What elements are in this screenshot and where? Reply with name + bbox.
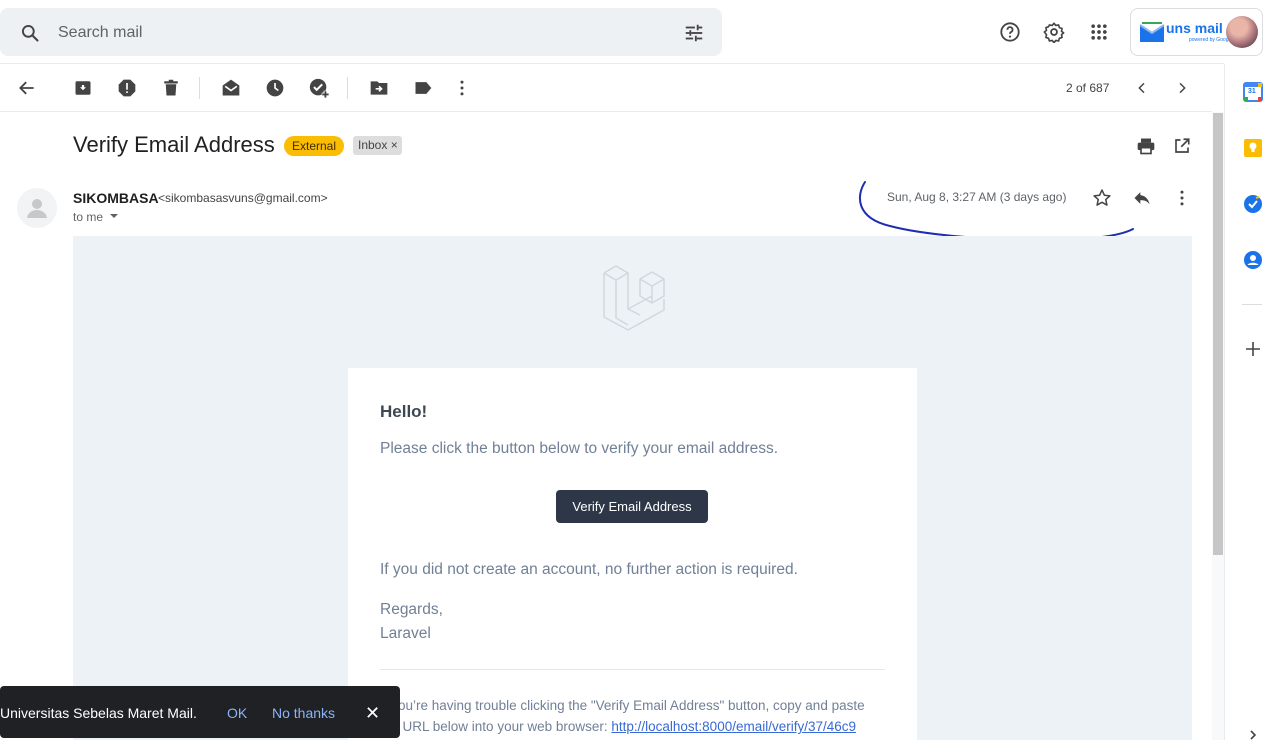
email-intro-line: Please click the button below to verify … bbox=[380, 440, 779, 457]
newer-chevron-icon[interactable] bbox=[1130, 76, 1154, 100]
tasks-icon[interactable] bbox=[1243, 194, 1263, 219]
sender-name[interactable]: SIKOMBASA bbox=[73, 190, 159, 206]
account-brand-sub: powered by Google bbox=[1189, 37, 1233, 43]
email-content-card bbox=[348, 368, 917, 740]
email-subcopy-divider bbox=[380, 669, 885, 670]
calendar-icon[interactable]: 31 bbox=[1243, 82, 1263, 107]
apps-icon[interactable] bbox=[1087, 20, 1111, 44]
snackbar-no-thanks-button[interactable]: No thanks bbox=[272, 705, 335, 721]
header-divider bbox=[0, 63, 1224, 64]
toolbar-separator bbox=[199, 77, 200, 99]
external-badge: External bbox=[284, 136, 345, 156]
side-panel bbox=[1224, 64, 1280, 740]
more-vert-icon[interactable] bbox=[450, 76, 474, 100]
sender-email: <sikombasasvuns@gmail.com> bbox=[158, 191, 328, 205]
email-subject: Verify Email Address bbox=[73, 132, 275, 157]
toolbar-separator bbox=[347, 77, 348, 99]
delete-icon[interactable] bbox=[159, 76, 183, 100]
recipient-details-toggle[interactable]: to me bbox=[73, 210, 120, 224]
add-icon[interactable] bbox=[1244, 340, 1262, 363]
inbox-label-text: Inbox bbox=[358, 138, 388, 152]
move-to-icon[interactable] bbox=[367, 76, 391, 100]
back-arrow-icon[interactable] bbox=[15, 76, 39, 100]
email-greeting: Hello! bbox=[380, 402, 428, 421]
report-spam-icon[interactable] bbox=[115, 76, 139, 100]
help-icon[interactable] bbox=[998, 20, 1022, 44]
search-bar[interactable]: Search mail bbox=[0, 8, 722, 56]
open-in-new-window-icon[interactable] bbox=[1170, 134, 1194, 158]
snackbar: Universitas Sebelas Maret Mail. OK No th… bbox=[0, 686, 400, 738]
pager-count: 2 of 687 bbox=[1066, 81, 1110, 95]
snackbar-ok-button[interactable]: OK bbox=[227, 705, 247, 721]
subcopy-line-1: If you’re having trouble clicking the "V… bbox=[380, 698, 865, 713]
verify-url-link[interactable]: http://localhost:8000/email/verify/37/46… bbox=[611, 719, 856, 734]
label-icon[interactable] bbox=[411, 76, 435, 100]
sender-avatar[interactable] bbox=[17, 188, 57, 228]
keep-icon[interactable] bbox=[1243, 138, 1263, 163]
print-icon[interactable] bbox=[1134, 134, 1158, 158]
account-switcher[interactable]: uns mail powered by Google bbox=[1130, 8, 1263, 56]
close-icon[interactable]: ✕ bbox=[365, 703, 380, 724]
message-more-icon[interactable] bbox=[1170, 186, 1194, 210]
inbox-label-chip[interactable]: Inbox × bbox=[353, 136, 402, 155]
laravel-logo-icon bbox=[603, 265, 665, 331]
recipient-text: to me bbox=[73, 210, 104, 224]
settings-icon[interactable] bbox=[1042, 20, 1066, 44]
email-signoff: Laravel bbox=[380, 625, 431, 642]
search-icon[interactable] bbox=[18, 21, 42, 45]
scrollbar-thumb[interactable] bbox=[1213, 113, 1223, 555]
account-brand: uns mail bbox=[1166, 20, 1223, 36]
email-regards: Regards, bbox=[380, 601, 443, 618]
snackbar-message: Universitas Sebelas Maret Mail. bbox=[0, 705, 197, 721]
subcopy-text: the URL below into your web browser: bbox=[380, 719, 608, 734]
tune-icon[interactable] bbox=[682, 21, 706, 45]
add-task-icon[interactable] bbox=[307, 76, 331, 100]
avatar[interactable] bbox=[1226, 16, 1258, 48]
side-panel-separator bbox=[1242, 304, 1262, 305]
uns-mail-logo-icon bbox=[1139, 22, 1165, 42]
older-chevron-icon[interactable] bbox=[1170, 76, 1194, 100]
email-outro-line: If you did not create an account, no fur… bbox=[380, 561, 798, 578]
contacts-icon[interactable] bbox=[1243, 250, 1263, 275]
caret-down-icon bbox=[110, 214, 119, 218]
person-icon bbox=[27, 199, 47, 218]
calendar-day: 31 bbox=[1248, 88, 1256, 95]
mark-unread-icon[interactable] bbox=[219, 76, 243, 100]
search-input[interactable]: Search mail bbox=[58, 24, 142, 42]
verify-email-button[interactable]: Verify Email Address bbox=[556, 490, 708, 523]
toolbar-divider bbox=[0, 111, 1212, 112]
archive-icon[interactable] bbox=[71, 76, 95, 100]
subcopy-line-2: the URL below into your web browser: htt… bbox=[380, 719, 856, 734]
expand-icon[interactable] bbox=[1247, 728, 1259, 746]
snooze-icon[interactable] bbox=[263, 76, 287, 100]
remove-label-icon[interactable]: × bbox=[391, 138, 398, 152]
